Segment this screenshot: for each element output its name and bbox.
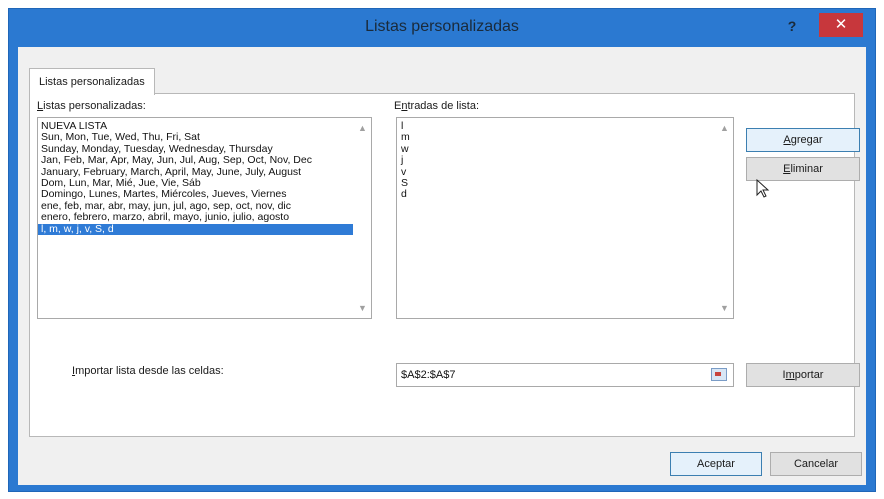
button-text: gregar: [790, 134, 823, 146]
list-item[interactable]: enero, febrero, marzo, abril, mayo, juni…: [38, 212, 353, 223]
dialog-title: Listas personalizadas: [365, 18, 519, 35]
list-scrollbar[interactable]: ▲ ▼: [354, 118, 371, 318]
list-item[interactable]: Sunday, Monday, Tuesday, Wednesday, Thur…: [38, 144, 353, 155]
scroll-up-arrow-icon[interactable]: ▲: [716, 120, 733, 136]
delete-button[interactable]: Eliminar: [746, 157, 860, 181]
label-text: tradas de lista:: [407, 100, 480, 112]
tab-listas-personalizadas[interactable]: Listas personalizadas: [29, 68, 155, 95]
list-item[interactable]: Jan, Feb, Mar, Apr, May, Jun, Jul, Aug, …: [38, 155, 353, 166]
label-text: istas personalizadas:: [43, 100, 146, 112]
entries-scrollbar[interactable]: ▲ ▼: [716, 118, 733, 318]
close-icon: ✕: [834, 16, 848, 33]
import-button[interactable]: Importar: [746, 363, 860, 387]
scroll-down-arrow-icon[interactable]: ▼: [716, 300, 733, 316]
import-range-field: [396, 363, 734, 387]
list-item[interactable]: Domingo, Lunes, Martes, Miércoles, Jueve…: [38, 189, 353, 200]
list-item[interactable]: January, February, March, April, May, Ju…: [38, 167, 353, 178]
dialog-client-area: Listas personalizadas Listas personaliza…: [18, 47, 866, 485]
range-selector-icon[interactable]: [711, 368, 727, 381]
list-rows: NUEVA LISTA Sun, Mon, Tue, Wed, Thu, Fri…: [38, 118, 371, 235]
list-item-selected[interactable]: l, m, w, j, v, S, d: [38, 223, 353, 235]
custom-lists-listbox[interactable]: NUEVA LISTA Sun, Mon, Tue, Wed, Thu, Fri…: [37, 117, 372, 319]
cancel-button[interactable]: Cancelar: [770, 452, 862, 476]
add-button[interactable]: Agregar: [746, 128, 860, 152]
list-item[interactable]: Sun, Mon, Tue, Wed, Thu, Fri, Sat: [38, 132, 353, 143]
button-text: liminar: [790, 163, 823, 175]
ok-button[interactable]: Aceptar: [670, 452, 762, 476]
scroll-down-arrow-icon[interactable]: ▼: [354, 300, 371, 316]
title-bar[interactable]: Listas personalizadas ? ✕: [9, 9, 875, 47]
list-entries-box: ▲ ▼: [396, 117, 734, 322]
list-entries-label: Entradas de lista:: [394, 100, 479, 112]
list-item[interactable]: ene, feb, mar, abr, may, jun, jul, ago, …: [38, 201, 353, 212]
list-item[interactable]: NUEVA LISTA: [38, 121, 353, 132]
list-entries-textarea[interactable]: [397, 118, 723, 322]
close-button[interactable]: ✕: [819, 13, 863, 37]
mouse-pointer-icon: [756, 179, 770, 198]
label-text: mportar lista desde las celdas:: [75, 365, 224, 377]
button-text: portar: [794, 369, 824, 381]
help-button[interactable]: ?: [781, 15, 803, 37]
import-range-input[interactable]: [397, 364, 705, 386]
button-accelerator: A: [783, 134, 791, 146]
dialog-window: Listas personalizadas ? ✕ Listas persona…: [8, 8, 876, 492]
scroll-up-arrow-icon[interactable]: ▲: [354, 120, 371, 136]
button-accelerator: m: [785, 369, 795, 381]
custom-lists-label: Listas personalizadas:: [37, 100, 146, 112]
import-label: Importar lista desde las celdas:: [72, 365, 224, 377]
list-item[interactable]: Dom, Lun, Mar, Mié, Jue, Vie, Sáb: [38, 178, 353, 189]
